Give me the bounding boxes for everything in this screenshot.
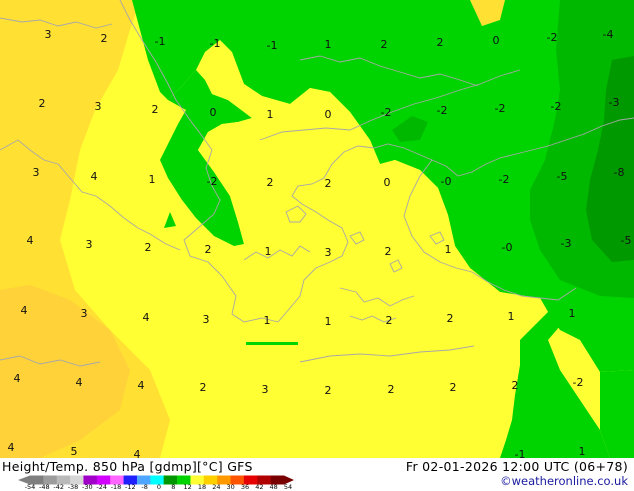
scale-tick-label: -38 [67, 483, 79, 491]
contour-label: 1 [579, 445, 586, 458]
contour-label: -5 [621, 234, 632, 247]
contour-label: -2 [499, 173, 510, 186]
contour-label: -3 [561, 237, 572, 250]
contour-label: 3 [325, 246, 332, 259]
scale-tick-label: -18 [110, 483, 122, 491]
contour-label: -8 [614, 166, 625, 179]
contour-label: 2 [325, 384, 332, 397]
contour-label: 2 [267, 176, 274, 189]
contour-label: 3 [45, 28, 52, 41]
scale-tick-label: 0 [156, 483, 162, 491]
contour-label: -1 [515, 448, 526, 458]
contour-label: 2 [447, 312, 454, 325]
contour-label: 1 [149, 173, 156, 186]
contour-label: 5 [71, 445, 78, 458]
scale-tick-label: -8 [141, 483, 148, 491]
contour-label: -2 [437, 104, 448, 117]
contour-label: -2 [551, 100, 562, 113]
contour-label: -4 [603, 28, 614, 41]
contour-label: -1 [267, 39, 278, 52]
contour-label: 4 [76, 376, 83, 389]
contour-label: -0 [441, 175, 452, 188]
contour-label: -1 [155, 35, 166, 48]
contour-label: 3 [86, 238, 93, 251]
contour-label: 2 [386, 314, 393, 327]
contour-label: 3 [81, 307, 88, 320]
contour-label: 4 [143, 311, 150, 324]
contour-label: 1 [325, 38, 332, 51]
contour-label: -0 [502, 241, 513, 254]
contour-label: 2 [437, 36, 444, 49]
contour-label: -2 [573, 376, 584, 389]
field-cold-spot-2 [246, 342, 298, 345]
contour-label: 4 [138, 379, 145, 392]
contour-label: 1 [325, 315, 332, 328]
contour-label: 2 [450, 381, 457, 394]
contour-label: 4 [21, 304, 28, 317]
scale-tick-label: -24 [96, 483, 107, 491]
contour-label: 2 [200, 381, 207, 394]
contour-label: 2 [388, 383, 395, 396]
scale-tick-label: 54 [283, 483, 293, 491]
contour-label: 1 [445, 243, 452, 256]
contour-label: -2 [381, 106, 392, 119]
contour-label: -1 [210, 37, 221, 50]
scale-tick-label: -42 [53, 483, 64, 491]
contour-label: 2 [39, 97, 46, 110]
contour-label: 1 [508, 310, 515, 323]
contour-label: 3 [33, 166, 40, 179]
contour-label: 2 [205, 243, 212, 256]
scale-tick-label: 18 [197, 483, 207, 491]
contour-label: 2 [325, 177, 332, 190]
contour-label: 1 [264, 314, 271, 327]
contour-label: -2 [207, 175, 218, 188]
contour-label: -5 [557, 170, 568, 183]
contour-label: 2 [381, 38, 388, 51]
contour-label: 2 [145, 241, 152, 254]
contour-label: 4 [91, 170, 98, 183]
contour-label: 4 [8, 441, 15, 454]
contour-label: -2 [495, 102, 506, 115]
temperature-map: 3 2 -1 -1 -1 1 2 2 0 -2 -4 2 3 2 0 1 0 -2 -2 -2 -2 -3 3 4 1 -2 2 2 0… [0, 0, 634, 458]
valid-time: Fr 02-01-2026 12:00 UTC (06+78) [405, 459, 628, 474]
scale-tick-label: 36 [240, 483, 250, 491]
scale-tick-label: -54 [24, 483, 36, 491]
contour-label: -3 [609, 96, 620, 109]
scale-tick-label: -12 [125, 483, 136, 491]
contour-label: 3 [262, 383, 269, 396]
contour-label: 2 [101, 32, 108, 45]
scale-tick-label: -30 [82, 483, 93, 491]
contour-label: 0 [493, 34, 500, 47]
contour-label: 0 [325, 108, 332, 121]
contour-label: 4 [14, 372, 21, 385]
contour-label: 2 [385, 245, 392, 258]
credit-link[interactable]: ©weatheronline.co.uk [500, 474, 628, 488]
scale-tick-label: 24 [212, 483, 221, 491]
scale-tick-label: 12 [183, 483, 192, 491]
scale-tick-label: 42 [255, 483, 264, 491]
contour-label: 3 [203, 313, 210, 326]
contour-label: 1 [265, 245, 272, 258]
scale-tick-label: 8 [171, 483, 176, 491]
contour-label: 0 [210, 106, 217, 119]
footer-bar: Height/Temp. 850 hPa [gdmp][°C] GFS Fr 0… [0, 458, 634, 490]
scale-tick-label: 30 [226, 483, 235, 491]
contour-label: 4 [27, 234, 34, 247]
contour-label: 2 [152, 103, 159, 116]
map-title: Height/Temp. 850 hPa [gdmp][°C] GFS [2, 459, 253, 474]
color-scale-labels: -54 -48 -42 -38 -30 -24 -18 -12 -8 0 8 12 18 24 30 36 42… [25, 483, 293, 491]
contour-label: 4 [134, 448, 141, 458]
contour-label: 1 [267, 108, 274, 121]
contour-label: 2 [512, 379, 519, 392]
scale-tick-label: 48 [269, 483, 278, 491]
contour-label: -2 [547, 31, 558, 44]
scale-tick-label: -48 [39, 483, 50, 491]
contour-label: 1 [569, 307, 576, 320]
contour-label: 3 [95, 100, 102, 113]
contour-label: 0 [384, 176, 391, 189]
